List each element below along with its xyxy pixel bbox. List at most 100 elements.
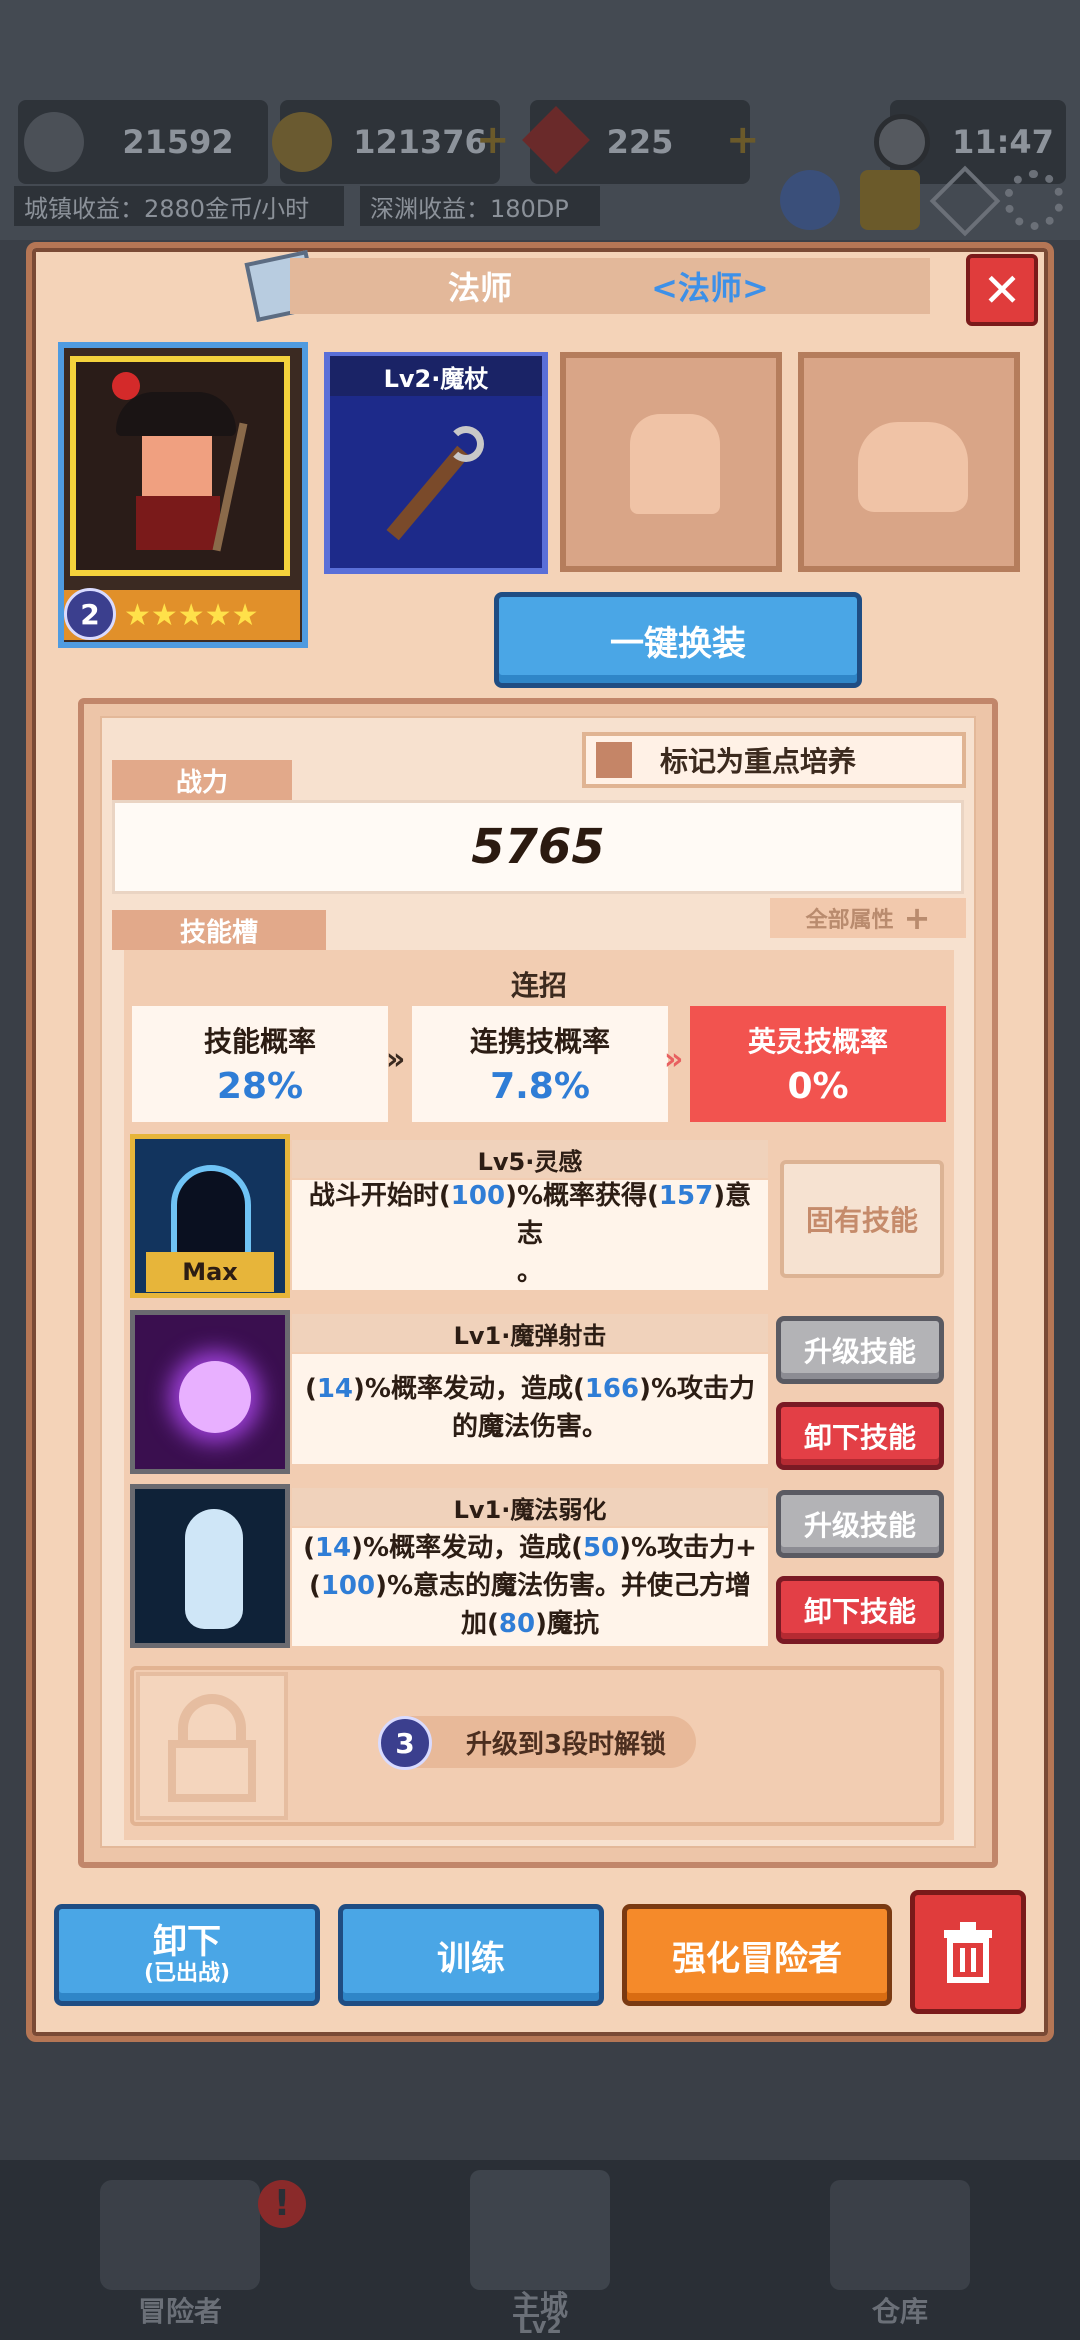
add-gold-icon[interactable]: +: [476, 120, 516, 160]
chevron-right-icon: »: [664, 1042, 684, 1077]
desc-number: 14: [314, 1533, 352, 1564]
warehouse-nav-icon[interactable]: [830, 2180, 970, 2290]
all-attributes-label: 全部属性: [805, 908, 894, 933]
max-badge: Max: [146, 1252, 274, 1292]
tab-power: 战力: [112, 760, 292, 800]
combo-rate-box: 连携技概率 7.8%: [412, 1006, 668, 1122]
skill-rate-value: 28%: [216, 1066, 304, 1107]
power-value: 21592: [122, 123, 234, 161]
adventurer-nav-icon[interactable]: [100, 2180, 260, 2290]
desc-number: 157: [658, 1181, 714, 1212]
main-city-nav-icon[interactable]: [470, 2170, 610, 2290]
gold-value: 121376: [353, 123, 487, 161]
desc-number: 14: [316, 1374, 354, 1405]
desc-text: 的魔法伤害。: [451, 1412, 608, 1442]
gem-value: 225: [606, 123, 674, 161]
hero-level-badge: 2: [64, 588, 116, 640]
upgrade-skill-button[interactable]: 升级技能: [776, 1316, 944, 1384]
weapon-label: Lv2·魔杖: [330, 356, 542, 396]
combo-title: 连招: [510, 969, 567, 1002]
desc-text: 。: [516, 1256, 543, 1287]
innate-skill-button[interactable]: 固有技能: [780, 1160, 944, 1278]
train-button[interactable]: 训练: [338, 1904, 604, 2006]
power-icon: [24, 112, 84, 172]
boots-silhouette-icon: [858, 422, 968, 512]
desc-number: 100: [320, 1571, 376, 1602]
desc-text: )%概率发动，造成(: [353, 1374, 585, 1405]
power-value-box: 5765: [112, 800, 964, 894]
party-icon[interactable]: [780, 170, 840, 230]
portal-icon: [171, 1165, 251, 1261]
ghost-figure-icon: [185, 1509, 243, 1629]
unequip-label: 卸下: [153, 1922, 221, 1963]
pirate-hat-icon: [116, 392, 236, 436]
hero-face: [142, 436, 212, 496]
hero-class-tag: <法师>: [651, 269, 769, 307]
desc-number: 166: [584, 1374, 640, 1405]
desc-text: (: [303, 1533, 315, 1564]
skill-description: 战斗开始时(100)%概率获得(157)意志 。: [292, 1180, 768, 1290]
achievement-icon[interactable]: [860, 170, 920, 230]
dismiss-hero-button[interactable]: [910, 1890, 1026, 2014]
unequip-button[interactable]: 卸下 (已出战): [54, 1904, 320, 2006]
boots-slot[interactable]: [798, 352, 1020, 572]
armor-silhouette-icon: [630, 414, 720, 514]
close-button[interactable]: ✕: [966, 254, 1038, 326]
skill-description: (14)%概率发动，造成(166)%攻击力 的魔法伤害。: [292, 1354, 768, 1464]
remove-skill-button[interactable]: 卸下技能: [776, 1402, 944, 1470]
mark-focus-toggle[interactable]: 标记为重点培养: [582, 732, 966, 788]
bottom-navigation: ! 冒险者 主城 Lv2 仓库: [0, 2160, 1080, 2340]
abyss-income: 深渊收益：180DP: [360, 186, 600, 226]
enhance-adventurer-button[interactable]: 强化冒险者: [622, 1904, 892, 2006]
hat-feather-icon: [112, 372, 140, 400]
mark-focus-checkbox[interactable]: [596, 742, 632, 778]
armor-slot[interactable]: [560, 352, 782, 572]
desc-number: 50: [582, 1533, 620, 1564]
skill-name: Lv1·魔法弱化: [292, 1488, 768, 1526]
title-bar: [290, 258, 930, 314]
hero-name: 法师: [447, 269, 512, 307]
wand-hook-icon: [448, 426, 484, 462]
clock-time: 11:47: [952, 123, 1054, 161]
desc-text: )%概率发动，造成(: [351, 1533, 583, 1564]
desc-text: )%概率获得(: [505, 1181, 659, 1212]
spirit-rate-box: 英灵技概率 0%: [690, 1006, 946, 1122]
tab-skill-slots: 技能槽: [112, 910, 326, 950]
adventurer-nav-label[interactable]: 冒险者: [80, 2290, 280, 2330]
lock-icon: [136, 1672, 288, 1820]
mark-focus-label: 标记为重点培养: [660, 745, 857, 778]
gear-icon[interactable]: [1004, 170, 1064, 230]
skill-name: Lv5·灵感: [292, 1140, 768, 1178]
combo-rate-value: 7.8%: [490, 1066, 590, 1107]
clock-icon: [874, 114, 930, 170]
upgrade-skill-button[interactable]: 升级技能: [776, 1490, 944, 1558]
alert-badge-icon: !: [258, 2180, 306, 2228]
equip-all-button[interactable]: 一键换装: [494, 592, 862, 688]
hero-portrait-frame: [70, 356, 290, 576]
skill-description: (14)%概率发动，造成(50)%攻击力+(100)%意志的魔法伤害。并使己方增…: [292, 1528, 768, 1646]
hero-body: [136, 496, 220, 550]
main-city-level: Lv2: [518, 2314, 562, 2339]
desc-number: 100: [450, 1181, 506, 1212]
lock-shackle: [178, 1694, 246, 1744]
skill-name: Lv1·魔弹射击: [292, 1314, 768, 1352]
unlock-hint: 升级到3段时解锁: [386, 1716, 696, 1768]
skill-magic-weaken-icon[interactable]: [130, 1484, 290, 1648]
add-gem-icon[interactable]: +: [726, 120, 766, 160]
plus-icon: +: [903, 899, 931, 937]
spirit-rate-value: 0%: [787, 1066, 849, 1107]
remove-skill-button[interactable]: 卸下技能: [776, 1576, 944, 1644]
combo-rate-label: 连携技概率: [469, 1025, 610, 1058]
hero-staff-icon: [212, 422, 248, 552]
skill-magic-bullet-icon[interactable]: [130, 1310, 290, 1474]
all-attributes-button[interactable]: 全部属性 +: [770, 898, 966, 938]
skill-rate-label: 技能概率: [203, 1025, 316, 1058]
desc-text: 战斗开始时(: [308, 1181, 451, 1212]
spirit-rate-label: 英灵技概率: [747, 1025, 888, 1058]
chevron-right-icon: »: [386, 1042, 406, 1077]
warehouse-nav-label[interactable]: 仓库: [800, 2290, 1000, 2330]
town-income: 城镇收益：2880金币/小时: [14, 186, 344, 226]
skill-rate-box: 技能概率 28%: [132, 1006, 388, 1122]
desc-number: 80: [498, 1608, 536, 1639]
magic-orb-icon: [179, 1361, 251, 1433]
